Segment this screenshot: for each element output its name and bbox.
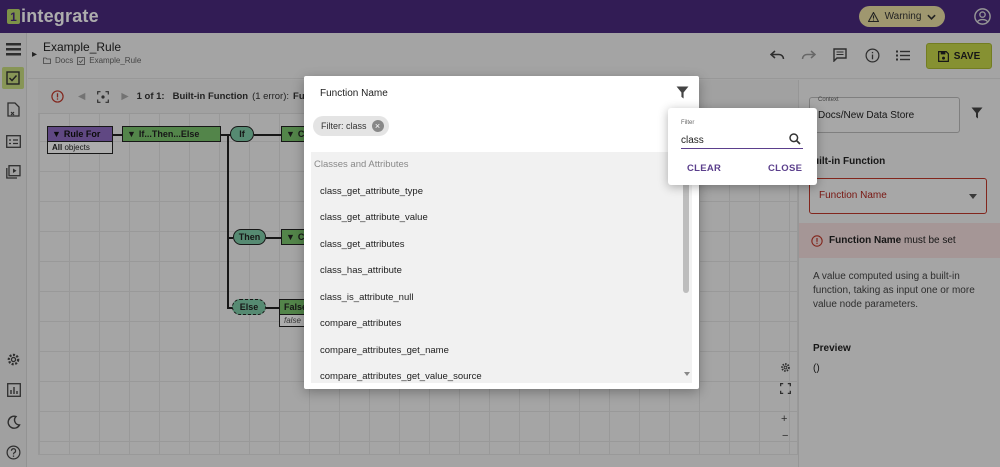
list-item[interactable]: class_get_attribute_value (320, 212, 428, 223)
list-item[interactable]: class_get_attributes (320, 239, 405, 250)
list-item[interactable]: class_has_attribute (320, 265, 402, 276)
list-item[interactable]: class_is_attribute_null (320, 292, 413, 303)
list-item[interactable]: compare_attributes_get_name (320, 345, 449, 356)
function-name-dialog: Function Name Filter: class × Classes an… (304, 76, 699, 389)
clear-button[interactable]: CLEAR (687, 163, 721, 174)
filter-popover: Filter CLEAR CLOSE (668, 108, 817, 185)
dialog-title: Function Name (320, 88, 388, 99)
close-button[interactable]: CLOSE (768, 163, 802, 174)
list-item[interactable]: compare_attributes (320, 318, 401, 329)
filter-input-label: Filter (681, 120, 695, 126)
list-group-header: Classes and Attributes (314, 159, 409, 170)
close-icon[interactable]: × (371, 120, 384, 132)
scroll-down-icon[interactable] (684, 372, 690, 376)
filter-chip-label: Filter: class (321, 121, 367, 131)
function-list: Classes and Attributes class_get_attribu… (311, 152, 692, 383)
filter-icon[interactable] (676, 86, 689, 99)
list-scrollbar[interactable] (683, 173, 689, 293)
list-item[interactable]: compare_attributes_get_value_source (320, 371, 482, 382)
filter-input[interactable] (681, 133, 803, 149)
list-item[interactable]: class_get_attribute_type (320, 186, 423, 197)
filter-chip[interactable]: Filter: class × (313, 116, 389, 136)
search-icon[interactable] (789, 133, 801, 145)
